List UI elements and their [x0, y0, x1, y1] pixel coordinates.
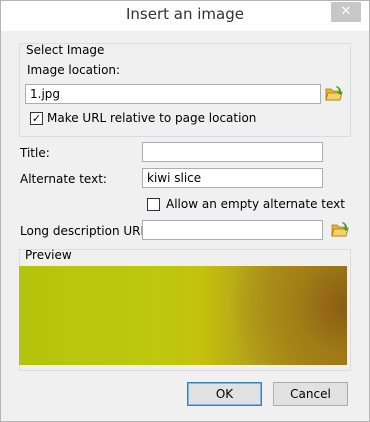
image-location-input[interactable]: 1.jpg: [25, 84, 321, 104]
title-label: Title:: [20, 146, 50, 160]
select-image-legend: Select Image: [26, 43, 105, 57]
allow-empty-alt-label: Allow an empty alternate text: [166, 197, 345, 211]
alternate-text-input[interactable]: kiwi slice: [142, 168, 323, 188]
relative-url-checkbox[interactable]: ✓: [30, 112, 43, 125]
title-bar: Insert an image ✕: [1, 1, 369, 31]
preview-image: [19, 266, 347, 365]
alternate-text-label: Alternate text:: [20, 172, 107, 186]
dialog-title: Insert an image: [126, 5, 244, 23]
long-description-input[interactable]: [142, 220, 323, 240]
image-location-label: Image location:: [27, 63, 121, 77]
ok-button[interactable]: OK: [187, 382, 262, 406]
close-button[interactable]: ✕: [331, 2, 361, 22]
relative-url-label: Make URL relative to page location: [47, 111, 257, 125]
insert-image-dialog: Insert an image ✕ Select Image Image loc…: [0, 0, 370, 422]
folder-open-icon[interactable]: [325, 85, 343, 103]
cancel-button[interactable]: Cancel: [273, 382, 348, 406]
long-description-label: Long description URI:: [20, 224, 149, 238]
folder-open-icon[interactable]: [331, 221, 349, 239]
allow-empty-alt-checkbox[interactable]: [147, 198, 160, 211]
title-input[interactable]: [142, 142, 323, 162]
preview-legend: Preview: [25, 248, 72, 262]
